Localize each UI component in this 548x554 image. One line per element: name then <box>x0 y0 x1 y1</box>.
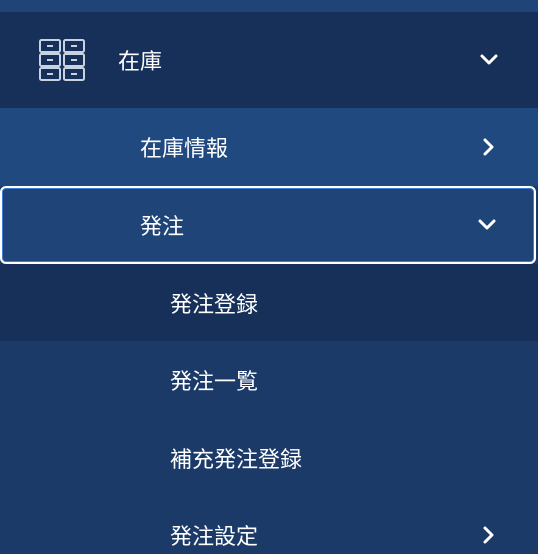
menu-item-inventory[interactable]: 在庫 <box>0 12 538 108</box>
menu-item-order-register-label: 発注登録 <box>170 292 259 318</box>
menu-item-replenish-order-register[interactable]: 補充発注登録 <box>0 419 538 497</box>
chevron-down-icon <box>478 49 500 71</box>
chevron-down-icon <box>476 214 498 236</box>
menu-item-order-list[interactable]: 発注一覧 <box>0 341 538 419</box>
sidebar-nav: 在庫 在庫情報 発注 発注登録 発注一覧 補充発注登録 発注設定 <box>0 0 548 554</box>
menu-item-order-label: 発注 <box>140 215 185 240</box>
inventory-grid-icon <box>38 38 86 82</box>
menu-item-order-register[interactable]: 発注登録 <box>0 264 538 341</box>
menu-item-stock-info[interactable]: 在庫情報 <box>0 108 538 186</box>
chevron-right-icon <box>478 524 500 546</box>
content-edge <box>538 0 548 554</box>
top-strip <box>0 0 538 12</box>
menu-item-order-settings-label: 発注設定 <box>170 525 259 550</box>
menu-item-stock-info-label: 在庫情報 <box>140 137 229 162</box>
menu-item-inventory-label: 在庫 <box>118 50 163 75</box>
chevron-right-icon <box>478 136 500 158</box>
menu-item-replenish-order-register-label: 補充発注登録 <box>170 448 303 473</box>
menu-item-order[interactable]: 発注 <box>0 186 536 264</box>
menu-item-order-list-label: 発注一覧 <box>170 370 259 395</box>
menu-item-order-settings[interactable]: 発注設定 <box>0 497 538 554</box>
